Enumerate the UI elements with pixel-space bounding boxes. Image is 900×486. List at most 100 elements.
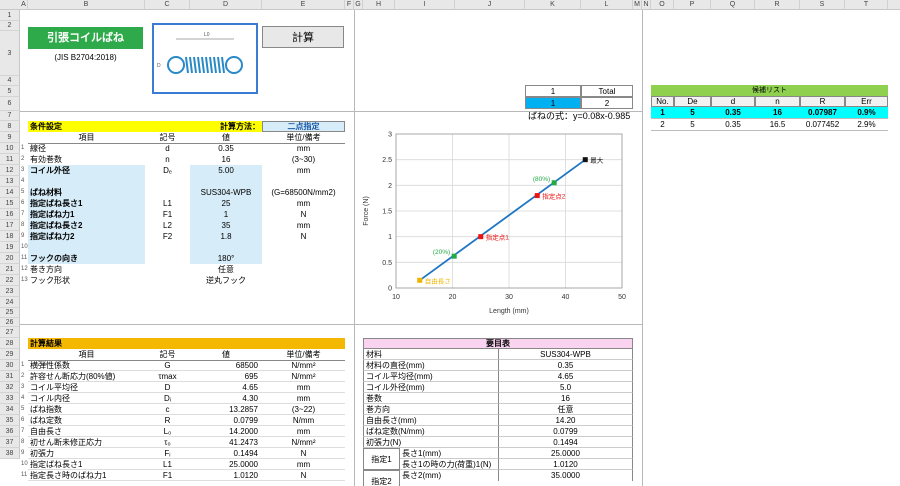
selector-k4[interactable]: 1 xyxy=(525,85,581,97)
res-unit: mm xyxy=(262,393,345,404)
candidate-cell[interactable]: 1 xyxy=(651,107,674,119)
candidate-cell[interactable]: 0.077452 xyxy=(800,119,845,131)
column-header-N[interactable]: N xyxy=(642,0,651,10)
res-index: 11 xyxy=(21,472,28,478)
column-header-S[interactable]: S xyxy=(800,0,845,10)
row-header-11[interactable]: 11 xyxy=(0,154,20,165)
column-header-R[interactable]: R xyxy=(755,0,800,10)
row-header-30[interactable]: 30 xyxy=(0,360,20,371)
candidate-cell[interactable]: 0.35 xyxy=(711,107,755,119)
row-header-16[interactable]: 16 xyxy=(0,209,20,220)
row-header-28[interactable]: 28 xyxy=(0,338,20,349)
row-header-26[interactable]: 26 xyxy=(0,318,20,327)
candidate-cell[interactable]: 16.5 xyxy=(755,119,800,131)
row-header-23[interactable]: 23 xyxy=(0,286,20,297)
column-header-F[interactable]: F xyxy=(345,0,354,10)
column-header-O[interactable]: O xyxy=(651,0,674,10)
cond-value[interactable] xyxy=(190,176,262,187)
column-header-Q[interactable]: Q xyxy=(711,0,755,10)
column-header-G[interactable]: G xyxy=(354,0,363,10)
cond-value[interactable]: 25 xyxy=(190,198,262,209)
cond-value[interactable]: SUS304-WPB xyxy=(190,187,262,198)
row-header-29[interactable]: 29 xyxy=(0,349,20,360)
row-header-36[interactable]: 36 xyxy=(0,426,20,437)
row-header-1[interactable]: 1 xyxy=(0,10,20,21)
column-header-A[interactable]: A xyxy=(20,0,28,10)
row-header-32[interactable]: 32 xyxy=(0,382,20,393)
candidate-cell[interactable]: 5 xyxy=(674,119,711,131)
cond-value[interactable]: 任意 xyxy=(190,264,262,275)
summary-spec2-key: 長さ2(mm) xyxy=(402,471,442,480)
cond-value[interactable]: 逆丸フック xyxy=(190,275,262,286)
column-header-I[interactable]: I xyxy=(395,0,455,10)
row-header-18[interactable]: 18 xyxy=(0,231,20,242)
row-header-19[interactable]: 19 xyxy=(0,242,20,253)
cond-value[interactable]: 35 xyxy=(190,220,262,231)
cond-value[interactable]: 16 xyxy=(190,154,262,165)
candidate-cell[interactable]: 2.9% xyxy=(845,119,888,131)
candidate-cell[interactable]: 16 xyxy=(755,107,800,119)
column-header-D[interactable]: D xyxy=(190,0,262,10)
res-index: 3 xyxy=(21,384,25,390)
row-header-15[interactable]: 15 xyxy=(0,198,20,209)
row-header-9[interactable]: 9 xyxy=(0,132,20,143)
row-header-31[interactable]: 31 xyxy=(0,371,20,382)
row-header-3[interactable]: 3 xyxy=(0,31,20,76)
row-header-6[interactable]: 6 xyxy=(0,97,20,111)
row-header-34[interactable]: 34 xyxy=(0,404,20,415)
row-header-7[interactable]: 7 xyxy=(0,111,20,121)
row-header-2[interactable]: 2 xyxy=(0,21,20,31)
column-header-M[interactable]: M xyxy=(633,0,642,10)
candidate-cell[interactable]: 0.35 xyxy=(711,119,755,131)
res-item: 指定ばね長さ1 xyxy=(28,459,145,470)
cond-value[interactable] xyxy=(190,242,262,253)
row-header-5[interactable]: 5 xyxy=(0,86,20,97)
cond-value[interactable]: 1.8 xyxy=(190,231,262,242)
res-value: 4.65 xyxy=(190,382,262,393)
column-header-J[interactable]: J xyxy=(455,0,525,10)
candidate-cell[interactable]: 5 xyxy=(674,107,711,119)
res-value: 41.2473 xyxy=(190,437,262,448)
row-header-33[interactable]: 33 xyxy=(0,393,20,404)
row-header-25[interactable]: 25 xyxy=(0,308,20,318)
column-header-E[interactable]: E xyxy=(262,0,345,10)
column-header-L[interactable]: L xyxy=(581,0,633,10)
row-header-13[interactable]: 13 xyxy=(0,176,20,187)
column-header-K[interactable]: K xyxy=(525,0,581,10)
row-header-4[interactable]: 4 xyxy=(0,76,20,86)
cond-value[interactable]: 180° xyxy=(190,253,262,264)
cond-unit xyxy=(262,253,345,264)
selector-k5[interactable]: 1 xyxy=(525,97,581,109)
candidate-cell[interactable]: 0.9% xyxy=(845,107,888,119)
method-value[interactable]: 二点指定 xyxy=(262,121,345,132)
row-header-12[interactable]: 12 xyxy=(0,165,20,176)
candidate-cell[interactable]: 2 xyxy=(651,119,674,131)
row-header-35[interactable]: 35 xyxy=(0,415,20,426)
column-header-P[interactable]: P xyxy=(674,0,711,10)
row-header-17[interactable]: 17 xyxy=(0,220,20,231)
row-header-14[interactable]: 14 xyxy=(0,187,20,198)
cond-item: 巻き方向 xyxy=(30,265,62,274)
calc-button[interactable]: 計算 xyxy=(262,26,344,48)
row-header-24[interactable]: 24 xyxy=(0,297,20,308)
row-header-20[interactable]: 20 xyxy=(0,253,20,264)
row-header-38[interactable]: 38 xyxy=(0,448,20,459)
data-label: 自由長さ xyxy=(425,276,451,285)
cond-value[interactable]: 1 xyxy=(190,209,262,220)
column-header-T[interactable]: T xyxy=(845,0,888,10)
column-header-H[interactable]: H xyxy=(363,0,395,10)
data-point xyxy=(478,234,484,240)
cond-value[interactable]: 0.35 xyxy=(190,143,262,154)
row-header-10[interactable]: 10 xyxy=(0,143,20,154)
row-header-37[interactable]: 37 xyxy=(0,437,20,448)
row-header-8[interactable]: 8 xyxy=(0,121,20,132)
row-header-27[interactable]: 27 xyxy=(0,327,20,338)
candidate-cell[interactable]: 0.07987 xyxy=(800,107,845,119)
row-header-22[interactable]: 22 xyxy=(0,275,20,286)
res-index: 4 xyxy=(21,395,25,401)
divider-v2 xyxy=(642,10,643,486)
cond-value[interactable]: 5.00 xyxy=(190,165,262,176)
column-header-B[interactable]: B xyxy=(28,0,145,10)
row-header-21[interactable]: 21 xyxy=(0,264,20,275)
column-header-C[interactable]: C xyxy=(145,0,190,10)
